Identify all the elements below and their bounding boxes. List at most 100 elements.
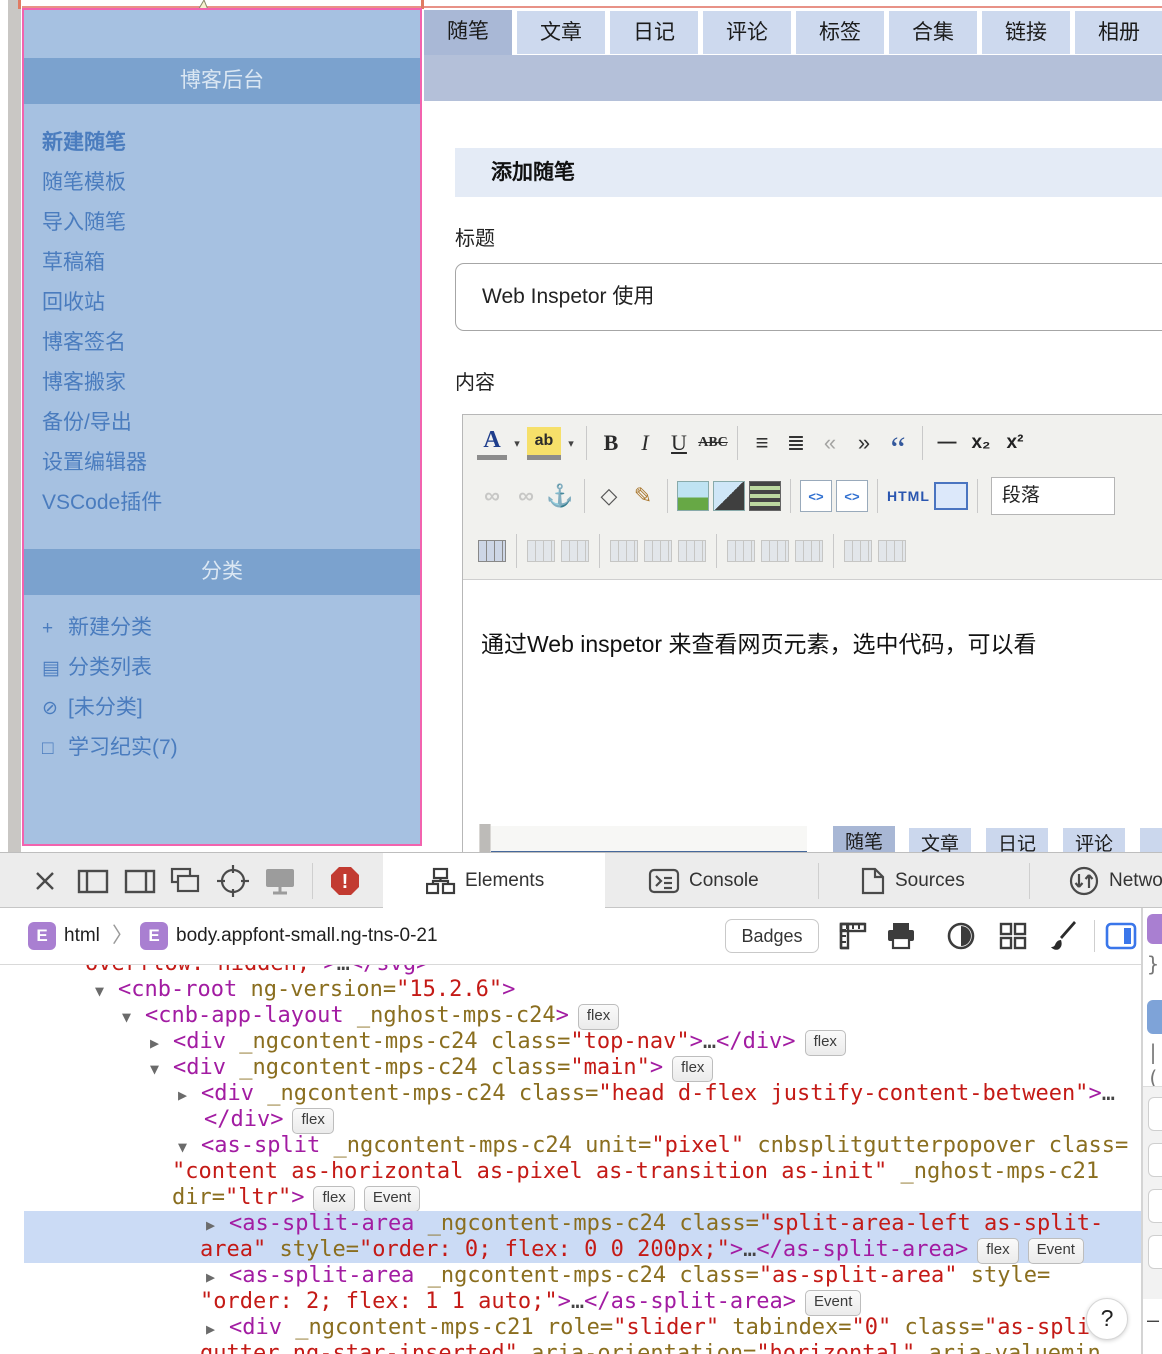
- panel-button-fragment[interactable]: [1148, 1189, 1162, 1223]
- merge-cells-button[interactable]: [877, 534, 907, 568]
- badges-button[interactable]: Badges: [725, 919, 819, 953]
- bullet-list-button[interactable]: ≡: [747, 426, 777, 460]
- horizontal-rule-button[interactable]: —: [932, 426, 962, 460]
- tab-console[interactable]: Console: [648, 853, 759, 908]
- blog-tab-3[interactable]: 评论: [703, 11, 791, 54]
- dom-tree-row[interactable]: "order: 2; flex: 1 1 auto;">…</as-split-…: [24, 1289, 1141, 1316]
- panel-button-fragment[interactable]: [1148, 1097, 1162, 1131]
- html-source-button[interactable]: HTML: [887, 479, 930, 513]
- anchor-button[interactable]: ⚓: [545, 479, 575, 513]
- print-icon[interactable]: [884, 920, 918, 952]
- disclosure-closed-icon[interactable]: ▶: [206, 1316, 229, 1342]
- event-badge[interactable]: Event: [805, 1290, 862, 1316]
- element-picker-icon[interactable]: [216, 865, 250, 897]
- dom-tree-row[interactable]: </div> flex: [24, 1107, 1141, 1134]
- responsive-mode-icon[interactable]: [262, 865, 296, 897]
- insert-col-before-button[interactable]: [726, 534, 756, 568]
- dom-tree-row[interactable]: ▼ <as-split _ngcontent-mps-c24 unit="pixe…: [24, 1133, 1141, 1159]
- dom-tree-row[interactable]: ▼ <div _ngcontent-mps-c24 class="main"> fl…: [24, 1055, 1141, 1082]
- insert-code-file-button[interactable]: <>: [800, 480, 832, 512]
- dom-tree-row-selected[interactable]: ▶ <as-split-area _ngcontent-mps-c24 class…: [24, 1211, 1141, 1237]
- remove-format-button[interactable]: ◇: [594, 479, 624, 513]
- dom-tree-row[interactable]: ▼ <cnb-app-layout _nghost-mps-c24> flex: [24, 1003, 1141, 1030]
- insert-link-button[interactable]: ∞: [477, 479, 507, 513]
- dom-tree-row[interactable]: dir="ltr"> flex Event: [24, 1185, 1141, 1212]
- table-properties-button[interactable]: [526, 534, 556, 568]
- highlight-color-dropdown[interactable]: ▾: [565, 426, 577, 460]
- strikethrough-button[interactable]: ABC: [698, 426, 728, 460]
- flex-badge[interactable]: flex: [313, 1186, 355, 1212]
- paintbrush-icon[interactable]: [1048, 920, 1082, 952]
- delete-col-button[interactable]: [794, 534, 824, 568]
- sidebar-item-2[interactable]: 导入随笔: [42, 206, 126, 236]
- disclosure-closed-icon[interactable]: ▶: [206, 1212, 229, 1238]
- highlight-color-button[interactable]: ab: [527, 426, 561, 460]
- tab-sources[interactable]: Sources: [860, 853, 965, 908]
- numbered-list-button[interactable]: ≣: [781, 426, 811, 460]
- sidebar-item-8[interactable]: 设置编辑器: [42, 446, 147, 476]
- disclosure-closed-icon[interactable]: ▶: [150, 1030, 173, 1056]
- panel-button-fragment[interactable]: [1148, 1143, 1162, 1177]
- sidebar-item-1[interactable]: 随笔模板: [42, 166, 126, 196]
- event-badge[interactable]: Event: [363, 1186, 421, 1212]
- sidebar-item-6[interactable]: 博客搬家: [42, 366, 126, 396]
- subscript-button[interactable]: x₂: [966, 426, 996, 460]
- help-button[interactable]: ?: [1086, 1298, 1128, 1340]
- emotion-image-button[interactable]: [677, 481, 709, 511]
- blockquote-button[interactable]: “: [883, 419, 913, 467]
- dom-tree-row[interactable]: "content as-horizontal as-pixel as-trans…: [24, 1159, 1141, 1185]
- contrast-icon[interactable]: [944, 920, 978, 952]
- blog-tab-0[interactable]: 随笔: [424, 10, 512, 55]
- flex-badge[interactable]: flex: [292, 1108, 334, 1134]
- breadcrumb-html[interactable]: html: [64, 922, 100, 950]
- dock-right-icon[interactable]: [123, 865, 157, 897]
- sidebar-category-item-3[interactable]: □ 学习纪实(7): [42, 731, 178, 761]
- blog-tab-4[interactable]: 标签: [796, 11, 884, 54]
- event-badge[interactable]: Event: [1027, 1238, 1084, 1264]
- flex-badge[interactable]: flex: [672, 1056, 714, 1082]
- dom-tree-row-selected[interactable]: area" style="order: 0; flex: 0 0 200px;"…: [24, 1237, 1141, 1264]
- title-input[interactable]: Web Inspetor 使用: [455, 263, 1162, 331]
- flex-badge[interactable]: flex: [577, 1004, 620, 1030]
- disclosure-open-icon[interactable]: ▼: [122, 1004, 145, 1030]
- insert-table-button[interactable]: [477, 534, 507, 568]
- ruler-icon[interactable]: [836, 920, 870, 952]
- disclosure-closed-icon[interactable]: ▶: [206, 1264, 229, 1290]
- sidebar-category-item-1[interactable]: ▤ 分类列表: [42, 651, 152, 681]
- editor-content[interactable]: 通过Web inspetor 来查看网页元素，选中代码，可以看 新建随笔随笔模板…: [463, 579, 1162, 1018]
- tab-network[interactable]: Network: [1068, 853, 1162, 908]
- superscript-button[interactable]: x²: [1000, 426, 1030, 460]
- sidebar-item-7[interactable]: 备份/导出: [42, 406, 132, 436]
- insert-code-button[interactable]: <>: [836, 480, 868, 512]
- dom-tree-row[interactable]: overflow: hidden;">…</svg>: [24, 965, 1141, 977]
- dom-tree-row[interactable]: gutter ng-star-inserted" aria-orientatio…: [24, 1341, 1141, 1354]
- flex-badge[interactable]: flex: [977, 1238, 1019, 1264]
- blog-tab-6[interactable]: 链接: [982, 11, 1070, 54]
- undock-icon[interactable]: [168, 865, 202, 897]
- flex-badge[interactable]: flex: [804, 1030, 846, 1056]
- dom-tree-row[interactable]: ▶ <div _ngcontent-mps-c21 role="slider" t…: [24, 1315, 1141, 1341]
- split-cells-button[interactable]: [843, 534, 873, 568]
- sidebar-item-9[interactable]: VSCode插件: [42, 486, 162, 516]
- remove-link-button[interactable]: ∞: [511, 479, 541, 513]
- insert-row-before-button[interactable]: [609, 534, 639, 568]
- disclosure-open-icon[interactable]: ▼: [95, 978, 118, 1004]
- preview-button[interactable]: [933, 482, 968, 510]
- font-color-button[interactable]: A: [477, 427, 507, 460]
- dock-left-icon[interactable]: [76, 865, 110, 897]
- insert-media-button[interactable]: [749, 481, 781, 511]
- blog-tab-7[interactable]: 相册: [1075, 11, 1162, 54]
- underline-button[interactable]: U: [664, 426, 694, 460]
- sidebar-item-5[interactable]: 博客签名: [42, 326, 126, 356]
- tab-elements[interactable]: Elements: [426, 853, 544, 908]
- indent-button[interactable]: »: [849, 426, 879, 460]
- insert-row-after-button[interactable]: [643, 534, 673, 568]
- sidebar-item-4[interactable]: 回收站: [42, 286, 105, 316]
- sidebar-item-3[interactable]: 草稿箱: [42, 246, 105, 276]
- delete-row-button[interactable]: [677, 534, 707, 568]
- sidebar-item-0[interactable]: 新建随笔: [42, 126, 126, 156]
- font-color-dropdown[interactable]: ▾: [511, 426, 523, 460]
- cell-properties-button[interactable]: [560, 534, 590, 568]
- panel-button-fragment[interactable]: [1148, 1235, 1162, 1269]
- issues-badge-icon[interactable]: !: [328, 865, 362, 897]
